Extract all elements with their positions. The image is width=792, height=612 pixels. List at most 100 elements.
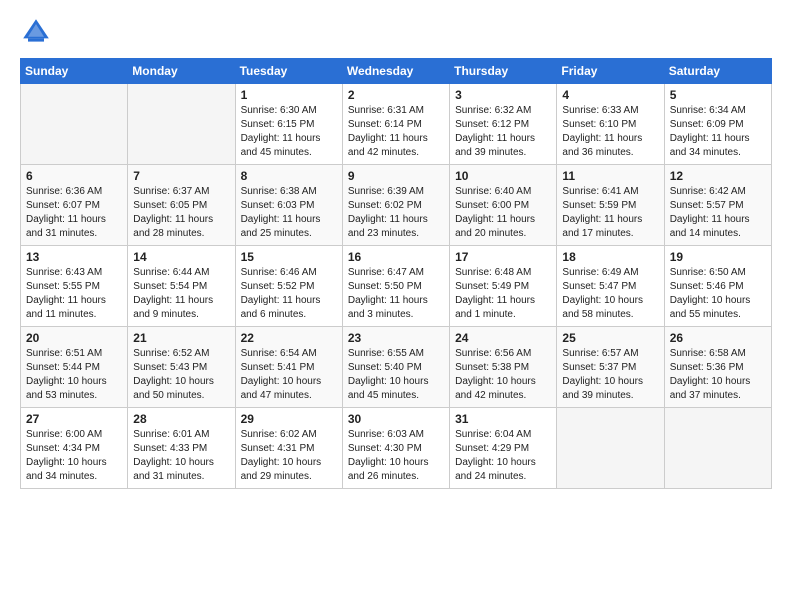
calendar-cell: 19 Sunrise: 6:50 AMSunset: 5:46 PMDayligh…	[664, 246, 771, 327]
calendar-cell: 7 Sunrise: 6:37 AMSunset: 6:05 PMDaylight…	[128, 165, 235, 246]
day-number: 3	[455, 88, 551, 102]
day-number: 15	[241, 250, 337, 264]
day-info: Sunrise: 6:51 AMSunset: 5:44 PMDaylight:…	[26, 347, 122, 403]
day-info: Sunrise: 6:31 AMSunset: 6:14 PMDaylight:…	[348, 104, 444, 160]
day-info: Sunrise: 6:58 AMSunset: 5:36 PMDaylight:…	[670, 347, 766, 403]
day-number: 14	[133, 250, 229, 264]
day-number: 9	[348, 169, 444, 183]
calendar-table: SundayMondayTuesdayWednesdayThursdayFrid…	[20, 58, 772, 489]
calendar-cell: 11 Sunrise: 6:41 AMSunset: 5:59 PMDayligh…	[557, 165, 664, 246]
calendar-cell: 27 Sunrise: 6:00 AMSunset: 4:34 PMDayligh…	[21, 408, 128, 489]
day-number: 6	[26, 169, 122, 183]
day-number: 2	[348, 88, 444, 102]
day-info: Sunrise: 6:00 AMSunset: 4:34 PMDaylight:…	[26, 428, 122, 484]
day-number: 16	[348, 250, 444, 264]
day-number: 12	[670, 169, 766, 183]
day-number: 18	[562, 250, 658, 264]
day-info: Sunrise: 6:49 AMSunset: 5:47 PMDaylight:…	[562, 266, 658, 322]
calendar-cell: 10 Sunrise: 6:40 AMSunset: 6:00 PMDayligh…	[450, 165, 557, 246]
day-number: 20	[26, 331, 122, 345]
calendar-cell: 17 Sunrise: 6:48 AMSunset: 5:49 PMDayligh…	[450, 246, 557, 327]
day-info: Sunrise: 6:37 AMSunset: 6:05 PMDaylight:…	[133, 185, 229, 241]
day-number: 23	[348, 331, 444, 345]
calendar-cell: 25Sunrise: 6:57 AMSunset: 5:37 PMDayligh…	[557, 327, 664, 408]
day-info: Sunrise: 6:56 AMSunset: 5:38 PMDaylight:…	[455, 347, 551, 403]
calendar-cell: 13 Sunrise: 6:43 AMSunset: 5:55 PMDayligh…	[21, 246, 128, 327]
day-info: Sunrise: 6:30 AMSunset: 6:15 PMDaylight:…	[241, 104, 337, 160]
day-info: Sunrise: 6:50 AMSunset: 5:46 PMDaylight:…	[670, 266, 766, 322]
day-info: Sunrise: 6:41 AMSunset: 5:59 PMDaylight:…	[562, 185, 658, 241]
calendar-cell: 30 Sunrise: 6:03 AMSunset: 4:30 PMDayligh…	[342, 408, 449, 489]
day-info: Sunrise: 6:55 AMSunset: 5:40 PMDaylight:…	[348, 347, 444, 403]
calendar-week-row: 27 Sunrise: 6:00 AMSunset: 4:34 PMDayligh…	[21, 408, 772, 489]
calendar-cell: 6 Sunrise: 6:36 AMSunset: 6:07 PMDaylight…	[21, 165, 128, 246]
day-number: 13	[26, 250, 122, 264]
day-info: Sunrise: 6:40 AMSunset: 6:00 PMDaylight:…	[455, 185, 551, 241]
calendar-cell: 22 Sunrise: 6:54 AMSunset: 5:41 PMDayligh…	[235, 327, 342, 408]
logo	[20, 16, 54, 48]
day-number: 28	[133, 412, 229, 426]
calendar-cell: 14Sunrise: 6:44 AMSunset: 5:54 PMDayligh…	[128, 246, 235, 327]
weekday-header-monday: Monday	[128, 59, 235, 84]
calendar-cell: 24 Sunrise: 6:56 AMSunset: 5:38 PMDayligh…	[450, 327, 557, 408]
calendar-cell	[557, 408, 664, 489]
day-info: Sunrise: 6:48 AMSunset: 5:49 PMDaylight:…	[455, 266, 551, 322]
day-number: 7	[133, 169, 229, 183]
day-info: Sunrise: 6:02 AMSunset: 4:31 PMDaylight:…	[241, 428, 337, 484]
day-info: Sunrise: 6:01 AMSunset: 4:33 PMDaylight:…	[133, 428, 229, 484]
calendar-cell: 5 Sunrise: 6:34 AMSunset: 6:09 PMDaylight…	[664, 84, 771, 165]
logo-icon	[20, 16, 52, 48]
weekday-header-tuesday: Tuesday	[235, 59, 342, 84]
day-number: 27	[26, 412, 122, 426]
weekday-header-wednesday: Wednesday	[342, 59, 449, 84]
weekday-header-thursday: Thursday	[450, 59, 557, 84]
calendar-cell	[664, 408, 771, 489]
weekday-header-friday: Friday	[557, 59, 664, 84]
day-info: Sunrise: 6:43 AMSunset: 5:55 PMDaylight:…	[26, 266, 122, 322]
day-info: Sunrise: 6:46 AMSunset: 5:52 PMDaylight:…	[241, 266, 337, 322]
day-info: Sunrise: 6:38 AMSunset: 6:03 PMDaylight:…	[241, 185, 337, 241]
page: SundayMondayTuesdayWednesdayThursdayFrid…	[0, 0, 792, 505]
day-number: 24	[455, 331, 551, 345]
calendar-cell: 8 Sunrise: 6:38 AMSunset: 6:03 PMDaylight…	[235, 165, 342, 246]
day-number: 30	[348, 412, 444, 426]
day-number: 11	[562, 169, 658, 183]
calendar-cell	[21, 84, 128, 165]
day-number: 8	[241, 169, 337, 183]
calendar-cell: 4 Sunrise: 6:33 AMSunset: 6:10 PMDaylight…	[557, 84, 664, 165]
day-info: Sunrise: 6:54 AMSunset: 5:41 PMDaylight:…	[241, 347, 337, 403]
calendar-cell	[128, 84, 235, 165]
day-info: Sunrise: 6:36 AMSunset: 6:07 PMDaylight:…	[26, 185, 122, 241]
day-info: Sunrise: 6:32 AMSunset: 6:12 PMDaylight:…	[455, 104, 551, 160]
day-number: 29	[241, 412, 337, 426]
day-number: 21	[133, 331, 229, 345]
day-number: 17	[455, 250, 551, 264]
day-info: Sunrise: 6:03 AMSunset: 4:30 PMDaylight:…	[348, 428, 444, 484]
calendar-week-row: 6 Sunrise: 6:36 AMSunset: 6:07 PMDaylight…	[21, 165, 772, 246]
day-number: 10	[455, 169, 551, 183]
day-number: 22	[241, 331, 337, 345]
calendar-cell: 18 Sunrise: 6:49 AMSunset: 5:47 PMDayligh…	[557, 246, 664, 327]
weekday-header-sunday: Sunday	[21, 59, 128, 84]
calendar-cell: 3 Sunrise: 6:32 AMSunset: 6:12 PMDaylight…	[450, 84, 557, 165]
calendar-cell: 20 Sunrise: 6:51 AMSunset: 5:44 PMDayligh…	[21, 327, 128, 408]
calendar-cell: 15 Sunrise: 6:46 AMSunset: 5:52 PMDayligh…	[235, 246, 342, 327]
day-info: Sunrise: 6:34 AMSunset: 6:09 PMDaylight:…	[670, 104, 766, 160]
calendar-cell: 26Sunrise: 6:58 AMSunset: 5:36 PMDayligh…	[664, 327, 771, 408]
day-info: Sunrise: 6:47 AMSunset: 5:50 PMDaylight:…	[348, 266, 444, 322]
day-info: Sunrise: 6:42 AMSunset: 5:57 PMDaylight:…	[670, 185, 766, 241]
day-info: Sunrise: 6:39 AMSunset: 6:02 PMDaylight:…	[348, 185, 444, 241]
day-info: Sunrise: 6:04 AMSunset: 4:29 PMDaylight:…	[455, 428, 551, 484]
calendar-cell: 16 Sunrise: 6:47 AMSunset: 5:50 PMDayligh…	[342, 246, 449, 327]
day-number: 25	[562, 331, 658, 345]
day-number: 19	[670, 250, 766, 264]
calendar-week-row: 20 Sunrise: 6:51 AMSunset: 5:44 PMDayligh…	[21, 327, 772, 408]
day-number: 4	[562, 88, 658, 102]
calendar-cell: 2 Sunrise: 6:31 AMSunset: 6:14 PMDaylight…	[342, 84, 449, 165]
day-info: Sunrise: 6:33 AMSunset: 6:10 PMDaylight:…	[562, 104, 658, 160]
calendar-cell: 9 Sunrise: 6:39 AMSunset: 6:02 PMDaylight…	[342, 165, 449, 246]
calendar-cell: 12 Sunrise: 6:42 AMSunset: 5:57 PMDayligh…	[664, 165, 771, 246]
calendar-cell: 1Sunrise: 6:30 AMSunset: 6:15 PMDaylight…	[235, 84, 342, 165]
day-number: 5	[670, 88, 766, 102]
calendar-cell: 21Sunrise: 6:52 AMSunset: 5:43 PMDayligh…	[128, 327, 235, 408]
